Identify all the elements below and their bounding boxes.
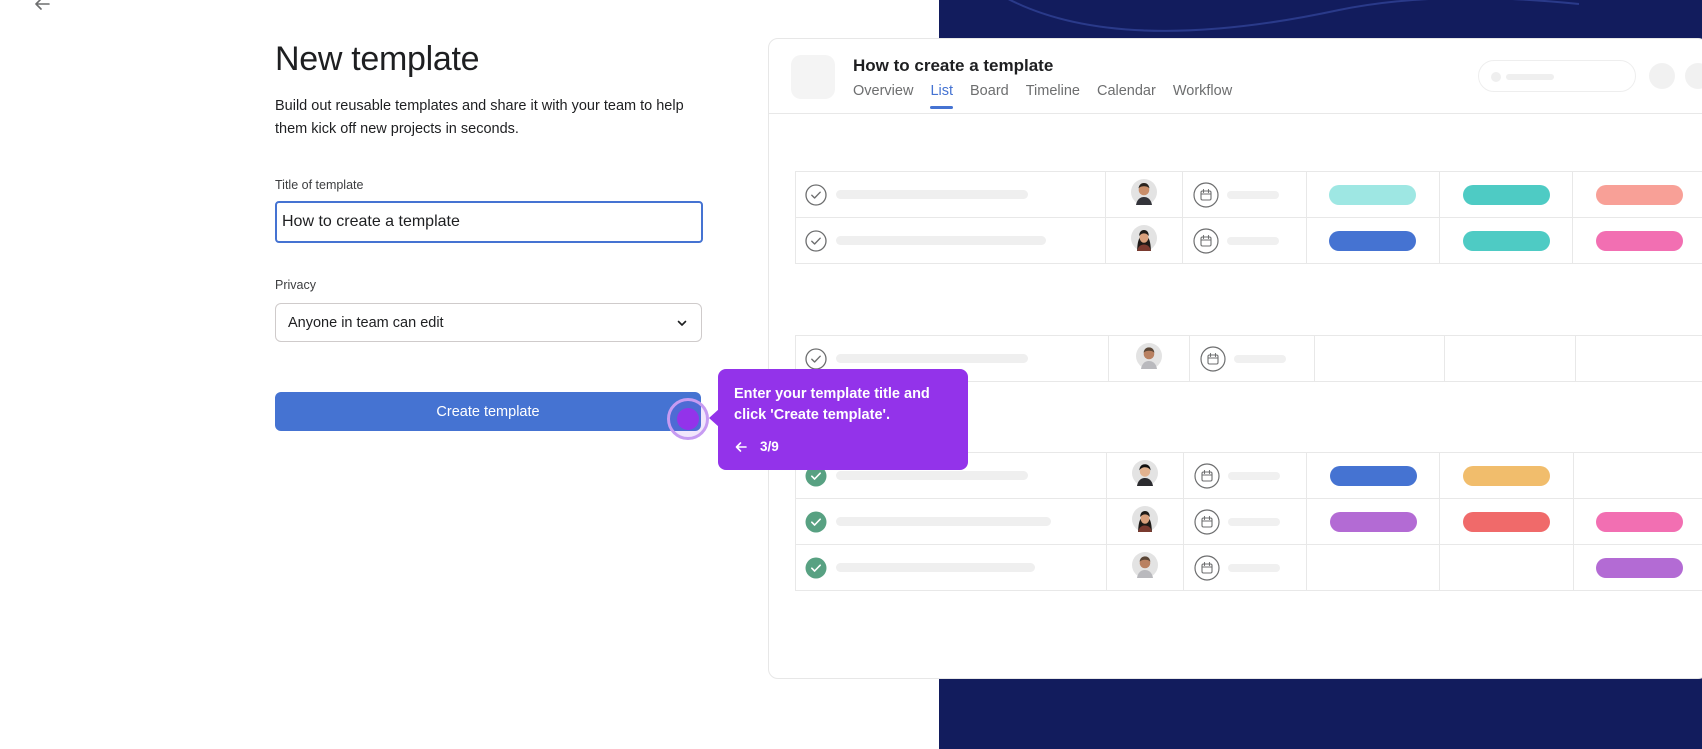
- tag-pill: [1596, 184, 1684, 205]
- navy-background-bottom: [939, 678, 1702, 749]
- search-placeholder: [1478, 60, 1636, 92]
- table-row: [794, 171, 1702, 218]
- calendar-icon[interactable]: [1194, 462, 1220, 489]
- table-row: [795, 498, 1702, 545]
- tab-timeline[interactable]: Timeline: [1026, 83, 1080, 109]
- back-arrow-icon[interactable]: [30, 0, 54, 16]
- wave-decoration: [1008, 0, 1580, 32]
- check-circle-icon[interactable]: [805, 229, 827, 252]
- tag-pill: [1462, 511, 1550, 532]
- calendar-icon[interactable]: [1194, 508, 1220, 535]
- calendar-icon[interactable]: [1193, 181, 1219, 208]
- privacy-value: Anyone in team can edit: [288, 314, 444, 331]
- project-preview: How to create a template Overview List B…: [768, 38, 1702, 679]
- tag-pill: [1596, 511, 1684, 532]
- due-date-placeholder: [1227, 471, 1280, 480]
- task-section: [794, 171, 1702, 264]
- task-name-placeholder: [836, 236, 1046, 245]
- tab-overview[interactable]: Overview: [853, 83, 913, 109]
- avatar: [1131, 552, 1158, 578]
- page-description: Build out reusable templates and share i…: [275, 98, 684, 137]
- avatar: [1135, 343, 1162, 369]
- project-tabs: Overview List Board Timeline Calendar Wo…: [853, 83, 1232, 109]
- header-divider: [769, 113, 1702, 114]
- task-name-placeholder: [836, 517, 1051, 526]
- task-section: [795, 452, 1702, 591]
- tooltip-step-counter: 3/9: [760, 439, 779, 454]
- navy-background-top: [939, 0, 1702, 39]
- avatar: [1131, 225, 1158, 251]
- header-avatar-placeholder: [1649, 63, 1675, 89]
- tag-pill: [1596, 557, 1684, 578]
- avatar: [1131, 179, 1158, 205]
- tag-pill: [1596, 230, 1684, 251]
- due-date-placeholder: [1233, 354, 1286, 363]
- template-title-input[interactable]: [275, 201, 703, 243]
- calendar-icon[interactable]: [1199, 345, 1226, 372]
- due-date-placeholder: [1227, 190, 1280, 199]
- task-name-placeholder: [836, 563, 1035, 572]
- table-row: [795, 544, 1702, 591]
- check-circle-done-icon[interactable]: [805, 557, 827, 579]
- title-field-label: Title of template: [275, 178, 364, 192]
- tab-list[interactable]: List: [930, 83, 953, 109]
- due-date-placeholder: [1227, 563, 1280, 572]
- check-circle-icon[interactable]: [805, 183, 827, 206]
- task-name-placeholder: [836, 471, 1028, 480]
- due-date-placeholder: [1227, 236, 1280, 245]
- check-circle-done-icon[interactable]: [805, 511, 827, 533]
- header-avatar-placeholder: [1685, 63, 1702, 89]
- arrow-left-icon[interactable]: [734, 440, 748, 454]
- tab-calendar[interactable]: Calendar: [1097, 83, 1156, 109]
- check-circle-icon[interactable]: [805, 347, 827, 370]
- tooltip-text: Enter your template title and click 'Cre…: [734, 386, 930, 423]
- project-icon: [791, 55, 835, 99]
- calendar-icon[interactable]: [1194, 554, 1220, 581]
- avatar: [1131, 460, 1158, 486]
- privacy-field-label: Privacy: [275, 278, 316, 292]
- tag-pill: [1329, 184, 1417, 205]
- tag-pill: [1462, 184, 1550, 205]
- due-date-placeholder: [1227, 517, 1280, 526]
- tab-board[interactable]: Board: [970, 83, 1009, 109]
- privacy-select[interactable]: Anyone in team can edit: [275, 303, 702, 342]
- tooltip-nav: 3/9: [734, 439, 779, 454]
- create-template-button[interactable]: Create template: [275, 392, 701, 431]
- table-row: [794, 217, 1702, 264]
- project-title: How to create a template: [853, 56, 1054, 75]
- calendar-icon[interactable]: [1193, 227, 1219, 254]
- tag-pill: [1329, 511, 1417, 532]
- tour-tooltip: Enter your template title and click 'Cre…: [709, 369, 968, 470]
- chevron-down-icon: [677, 320, 687, 326]
- avatar: [1131, 506, 1158, 532]
- tab-workflow[interactable]: Workflow: [1173, 83, 1232, 109]
- tag-pill: [1329, 465, 1417, 486]
- new-template-form: New template Build out reusable template…: [275, 40, 705, 431]
- tag-pill: [1329, 230, 1417, 251]
- task-name-placeholder: [836, 354, 1028, 363]
- tour-hotspot[interactable]: [677, 408, 699, 430]
- tag-pill: [1462, 230, 1550, 251]
- tag-pill: [1462, 465, 1550, 486]
- page-title: New template: [275, 40, 480, 78]
- task-name-placeholder: [836, 190, 1028, 199]
